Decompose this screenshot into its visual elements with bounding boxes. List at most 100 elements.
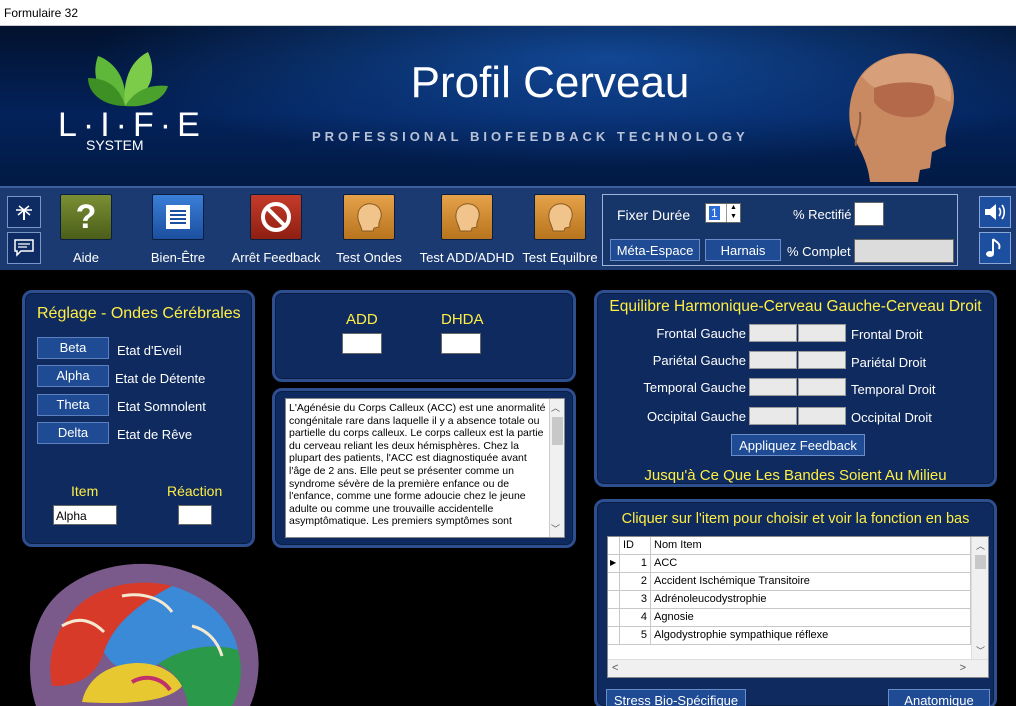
- waves-panel: Réglage - Ondes Cérébrales Beta Etat d'E…: [22, 290, 255, 547]
- tool-test-ondes[interactable]: Test Ondes: [333, 194, 405, 265]
- apply-feedback-button[interactable]: Appliquez Feedback: [731, 434, 865, 456]
- scroll-down-icon[interactable]: ﹀: [551, 522, 560, 535]
- tool-test-equilibre[interactable]: Test Equilbre: [520, 194, 600, 265]
- waves-panel-title: Réglage - Ondes Cérébrales: [37, 305, 241, 322]
- duration-value: 1: [709, 206, 720, 220]
- scroll-thumb[interactable]: [552, 417, 563, 445]
- balance-panel: Equilibre Harmonique-Cerveau Gauche-Cerv…: [594, 290, 997, 487]
- table-vertical-scrollbar[interactable]: ︿ ﹀: [971, 537, 988, 659]
- balance-right-label: Temporal Droit: [851, 382, 936, 397]
- wave-label: Etat de Rêve: [117, 427, 193, 442]
- page-subtitle: PROFESSIONAL BIOFEEDBACK TECHNOLOGY: [312, 129, 749, 144]
- row-selector-arrow-icon: ▶: [608, 555, 620, 573]
- complet-field: [854, 239, 954, 263]
- head-icon: [441, 194, 493, 240]
- balance-left-label: Pariétal Gauche: [652, 353, 746, 368]
- balance-left-label: Occipital Gauche: [647, 409, 746, 424]
- table-cell-id[interactable]: 3: [620, 591, 651, 609]
- window-titlebar: Formulaire 32: [0, 0, 1016, 26]
- table-cell-name[interactable]: Algodystrophie sympathique réflexe: [651, 627, 971, 645]
- scroll-up-icon[interactable]: ︿: [976, 539, 985, 552]
- tool-label: Test Ondes: [336, 250, 402, 265]
- add-field: [342, 333, 382, 354]
- item-field[interactable]: Alpha: [53, 505, 117, 525]
- scroll-thumb[interactable]: [975, 555, 986, 569]
- balance-left-bar: [749, 351, 797, 369]
- question-icon: ?: [60, 194, 112, 240]
- scroll-up-icon[interactable]: ︿: [551, 401, 560, 414]
- balance-right-bar: [798, 378, 846, 396]
- stepper-down-icon[interactable]: ▼: [726, 213, 740, 222]
- alpha-button[interactable]: Alpha: [37, 365, 109, 387]
- table-cell-name[interactable]: Adrénoleucodystrophie: [651, 591, 971, 609]
- table-cell-name[interactable]: Agnosie: [651, 609, 971, 627]
- tool-aide[interactable]: ? Aide: [57, 194, 115, 265]
- column-header-name[interactable]: Nom Item: [651, 537, 971, 555]
- dhda-field: [441, 333, 481, 354]
- antenna-button[interactable]: [7, 196, 41, 228]
- tool-label: Arrêt Feedback: [231, 250, 321, 265]
- table-horizontal-scrollbar[interactable]: < >: [608, 659, 988, 677]
- items-table[interactable]: ID Nom Item ▶ 1 ACC 2 Accident Ischémiqu…: [607, 536, 989, 678]
- duration-label: Fixer Durée: [617, 207, 691, 223]
- chat-icon: [14, 239, 34, 257]
- scroll-right-icon[interactable]: >: [960, 662, 966, 674]
- anatomique-button[interactable]: Anatomique: [888, 689, 990, 706]
- chat-button[interactable]: [7, 232, 41, 264]
- beta-button[interactable]: Beta: [37, 337, 109, 359]
- antenna-icon: [16, 205, 32, 220]
- balance-footer: Jusqu'à Ce Que Les Bandes Soient Au Mili…: [644, 467, 947, 484]
- column-header-id[interactable]: ID: [620, 537, 651, 555]
- table-cell-id[interactable]: 4: [620, 609, 651, 627]
- balance-left-label: Frontal Gauche: [656, 326, 746, 341]
- music-button[interactable]: [979, 232, 1011, 264]
- balance-right-bar: [798, 351, 846, 369]
- duration-stepper[interactable]: 1 ▲ ▼: [705, 203, 741, 223]
- reaction-field[interactable]: [178, 505, 212, 525]
- duration-panel: Fixer Durée 1 ▲ ▼ % Rectifié Méta-Espace…: [602, 194, 958, 266]
- table-cell-id[interactable]: 5: [620, 627, 651, 645]
- delta-button[interactable]: Delta: [37, 422, 109, 444]
- wave-label: Etat d'Eveil: [117, 343, 182, 358]
- speaker-icon: [985, 204, 1006, 220]
- tool-label: Test Equilbre: [522, 250, 598, 265]
- scroll-left-icon[interactable]: <: [612, 662, 618, 674]
- balance-right-label: Frontal Droit: [851, 327, 923, 342]
- stress-bio-specifique-button[interactable]: Stress Bio-Spécifique: [606, 689, 746, 706]
- head-icon: [343, 194, 395, 240]
- tool-arret-feedback[interactable]: Arrêt Feedback: [228, 194, 324, 265]
- add-label: ADD: [346, 311, 378, 328]
- tool-bien-etre[interactable]: Bien-Être: [148, 194, 208, 265]
- items-panel-title: Cliquer sur l'item pour choisir et voir …: [621, 511, 970, 527]
- description-scrollbar[interactable]: ︿ ﹀: [549, 399, 564, 537]
- balance-left-label: Temporal Gauche: [643, 380, 746, 395]
- reaction-label: Réaction: [167, 483, 223, 499]
- description-panel: L'Agénésie du Corps Calleux (ACC) est un…: [272, 388, 576, 548]
- human-head-illustration: [849, 53, 954, 182]
- add-dhda-panel: ADD DHDA: [272, 290, 576, 382]
- wave-label: Etat de Détente: [115, 371, 206, 386]
- speaker-button[interactable]: [979, 196, 1011, 228]
- table-cell-id[interactable]: 2: [620, 573, 651, 591]
- rectifie-field: [854, 202, 884, 226]
- table-cell-id[interactable]: 1: [620, 555, 651, 573]
- stop-icon: [250, 194, 302, 240]
- tool-test-add-adhd[interactable]: Test ADD/ADHD: [419, 194, 515, 265]
- balance-left-bar: [749, 324, 797, 342]
- toolbar: ? Aide Bien-Être Arrêt Feedback Test Ond…: [0, 186, 1016, 270]
- list-icon: [152, 194, 204, 240]
- balance-right-bar: [798, 407, 846, 425]
- music-note-icon: [986, 238, 1001, 257]
- description-textbox[interactable]: L'Agénésie du Corps Calleux (ACC) est un…: [285, 398, 565, 538]
- theta-button[interactable]: Theta: [37, 394, 109, 416]
- wave-label: Etat Somnolent: [117, 399, 206, 414]
- complet-label: % Complet: [787, 244, 851, 259]
- balance-right-bar: [798, 324, 846, 342]
- meta-espace-button[interactable]: Méta-Espace: [610, 239, 700, 261]
- harnais-button[interactable]: Harnais: [705, 239, 781, 261]
- table-cell-name[interactable]: Accident Ischémique Transitoire: [651, 573, 971, 591]
- table-cell-name[interactable]: ACC: [651, 555, 971, 573]
- scroll-down-icon[interactable]: ﹀: [976, 644, 985, 657]
- brain-scan-illustration: [30, 563, 259, 706]
- stepper-up-icon[interactable]: ▲: [726, 204, 740, 213]
